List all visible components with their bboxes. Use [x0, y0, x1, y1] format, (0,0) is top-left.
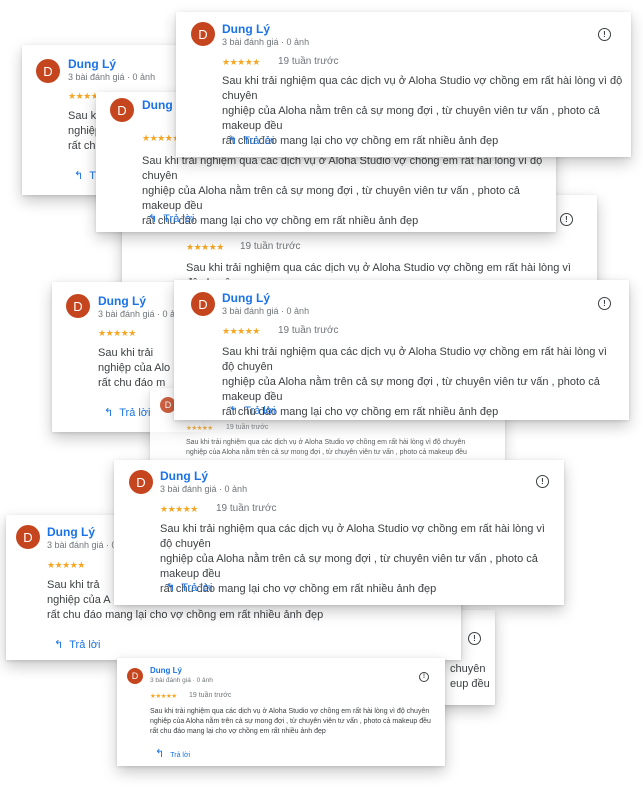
reply-arrow-icon: ↰: [155, 748, 165, 760]
avatar[interactable]: D: [191, 292, 215, 316]
avatar[interactable]: D: [16, 525, 40, 549]
review-time: 19 tuần trước: [189, 692, 232, 699]
report-info-icon[interactable]: !: [560, 213, 573, 226]
reply-button[interactable]: ↰Trả lời: [148, 212, 194, 225]
avatar[interactable]: D: [110, 98, 134, 122]
review-text: Sau khi trải nghiệm qua các dịch vụ ở Al…: [222, 75, 623, 147]
review-time: 19 tuần trước: [216, 503, 277, 514]
review-text: Sau khi trải nghiệm qua các dịch vụ ở Al…: [150, 708, 431, 735]
rating-stars: ★★★★★: [186, 425, 213, 432]
rating-stars: ★★★★★: [160, 504, 198, 514]
author-meta: 3 bài đánh giá · 0 ảnh: [98, 309, 186, 319]
report-info-icon[interactable]: !: [419, 672, 429, 682]
author-meta: 3 bài đánh giá · 0 ảnh: [222, 306, 310, 316]
author-meta: 3 bài đánh giá · 0 ảnh: [160, 484, 248, 494]
reply-button[interactable]: ↰Trả lời: [54, 638, 100, 651]
avatar[interactable]: D: [36, 59, 60, 83]
rating-stars: ★★★★★: [222, 57, 260, 67]
rating-stars: ★★★★★: [186, 242, 224, 252]
reply-arrow-icon: ↰: [74, 170, 84, 182]
author-name[interactable]: Dung Lý: [68, 57, 116, 71]
review-text: Sau khi trải nghiệm qua các dịch vụ ở Al…: [142, 155, 543, 227]
report-info-icon[interactable]: !: [468, 632, 481, 645]
reply-button[interactable]: ↰Trả lời: [155, 747, 190, 760]
reply-arrow-icon: ↰: [54, 639, 64, 651]
review-time: 19 tuần trước: [226, 424, 269, 431]
review-card: ! D Dung Lý 3 bài đánh giá · 0 ảnh ★★★★★…: [176, 12, 631, 157]
author-meta: 3 bài đánh giá · 0: [47, 540, 117, 550]
review-text: Sau khi trải nghiệm qua các dịch vụ ở Al…: [186, 439, 467, 456]
author-name[interactable]: Dung Lý: [47, 525, 95, 539]
author-meta: 3 bài đánh giá · 0 ảnh: [222, 37, 310, 47]
author-name[interactable]: Dung Lý: [222, 291, 270, 305]
author-meta: 3 bài đánh giá · 0 ảnh: [68, 72, 156, 82]
reply-arrow-icon: ↰: [166, 582, 176, 594]
review-time: 19 tuần trước: [240, 241, 301, 252]
report-info-icon[interactable]: !: [598, 297, 611, 310]
review-text: chuyên eup đều: [450, 663, 490, 690]
rating-stars: ★★★★★: [150, 693, 177, 700]
reply-button[interactable]: ↰Trả lời: [228, 134, 274, 147]
reply-button[interactable]: ↰Trả lời: [229, 404, 275, 417]
reply-arrow-icon: ↰: [148, 213, 158, 225]
report-info-icon[interactable]: !: [598, 28, 611, 41]
avatar[interactable]: D: [129, 470, 153, 494]
avatar[interactable]: D: [66, 294, 90, 318]
reply-arrow-icon: ↰: [104, 407, 114, 419]
rating-stars: ★★★★★: [142, 133, 180, 143]
reply-button[interactable]: ↰Trả lời: [104, 406, 150, 419]
reply-arrow-icon: ↰: [228, 135, 238, 147]
author-name[interactable]: Dung Lý: [98, 294, 146, 308]
reply-button[interactable]: ↰Trả lời: [166, 581, 212, 594]
author-name[interactable]: Dung Lý: [222, 22, 270, 36]
author-meta: 3 bài đánh giá · 0 ảnh: [150, 677, 213, 684]
review-card: ! D Dung Lý 3 bài đánh giá · 0 ảnh ★★★★★…: [117, 658, 445, 766]
review-time: 19 tuần trước: [278, 56, 339, 67]
rating-stars: ★★★★★: [47, 560, 85, 570]
avatar[interactable]: D: [191, 22, 215, 46]
review-card: ! D Dung Lý 3 bài đánh giá · 0 ảnh ★★★★★…: [114, 460, 564, 605]
review-card: ! D Dung Lý 3 bài đánh giá · 0 ảnh ★★★★★…: [174, 280, 629, 420]
review-time: 19 tuần trước: [278, 325, 339, 336]
author-name[interactable]: Dung Lý: [150, 666, 182, 675]
author-name[interactable]: Dung Lý: [160, 469, 208, 483]
rating-stars: ★★★★★: [222, 326, 260, 336]
reply-arrow-icon: ↰: [229, 405, 239, 417]
avatar[interactable]: D: [127, 668, 143, 684]
review-text: Sau khi trải nghiệm qua các dịch vụ ở Al…: [222, 346, 607, 418]
review-text: Sau khi trải nghiệm qua các dịch vụ ở Al…: [160, 523, 545, 595]
rating-stars: ★★★★★: [98, 328, 136, 338]
report-info-icon[interactable]: !: [536, 475, 549, 488]
